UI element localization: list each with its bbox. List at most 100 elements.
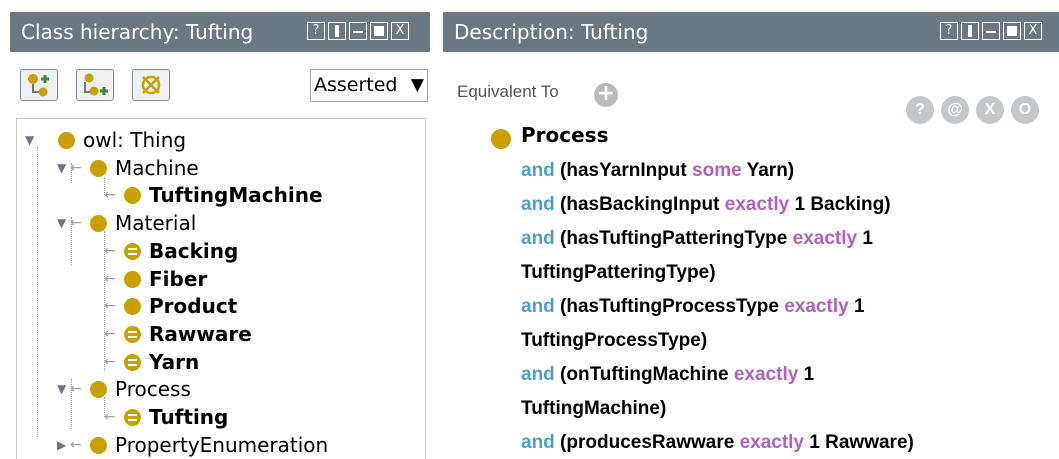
axiom-line: and (onTuftingMachine exactly 1 [521,364,814,386]
minimize-icon[interactable] [982,22,1000,40]
chevron-down-icon: ▼ [410,75,424,95]
equivalent-to-label: Equivalent To [457,82,559,101]
edit-axiom-button[interactable]: O [1011,96,1039,124]
tree-node-label: PropertyEnumeration [115,432,329,457]
add-sibling-button[interactable] [76,69,114,101]
axiom-line: and (hasTuftingPatteringType exactly 1 [521,228,873,250]
class-icon [124,270,141,288]
class-icon [491,129,511,149]
axiom-term: (hasTuftingProcessType [554,296,785,317]
tree-node-label: Tufting [149,405,229,429]
collapse-icon[interactable]: ▼ [25,127,37,153]
tree-node-label: owl: Thing [83,128,187,152]
keyword-quantifier: some [692,160,742,181]
axiom-term: (hasBackingInput [554,194,725,215]
axiom-term: (hasTuftingPatteringType [554,228,793,249]
restore-icon[interactable] [961,22,979,40]
class-hierarchy-titlebar: Class hierarchy: Tufting ? X [10,12,430,52]
subclass-arrow-icon: ← [70,436,82,453]
axiom-line: and (producesRawware exactly 1 Rawware) [521,432,914,454]
defined-class-icon [124,242,141,260]
class-tree: ▼ owl: Thing ▼ ← Machine ← TuftingMachine ▼ ← Mat… [16,118,426,459]
add-subclass-button[interactable] [20,69,58,101]
subclass-arrow-icon: ← [104,270,116,287]
subclass-arrow-icon: ← [70,381,82,398]
collapse-icon[interactable]: ▼ [57,155,69,181]
tree-node-label: Rawware [149,321,252,346]
restore-icon[interactable] [328,22,346,40]
class-icon [90,436,107,454]
maximize-icon[interactable] [1003,22,1021,40]
axiom-term: Yarn) [741,160,795,181]
maximize-icon[interactable] [370,22,388,40]
subclass-arrow-icon: ← [104,353,116,370]
description-titlebar: Description: Tufting ? X [443,12,1059,52]
delete-class-button[interactable] [132,69,170,101]
tree-guide-line [37,147,38,437]
tree-node-label: Machine [115,155,199,180]
help-icon[interactable]: ? [307,22,325,40]
defined-class-icon [124,409,141,426]
explain-button[interactable]: ? [906,96,934,124]
collapse-icon[interactable]: ▼ [57,376,69,402]
axiom-term: TuftingMachine) [521,398,667,419]
class-icon [58,132,75,149]
tree-node-label: Process [115,377,191,402]
close-icon[interactable]: X [1024,22,1042,40]
help-icon[interactable]: ? [940,22,958,40]
keyword-and: and [521,364,555,385]
window-buttons: ? X [940,22,1042,42]
axiom-term: 1 Backing) [789,194,891,215]
close-icon[interactable]: X [391,22,409,40]
axiom-term: (producesRawware [554,432,740,453]
panel-title: Description: Tufting [454,20,649,44]
axiom-term: 1 [798,364,815,385]
subclass-arrow-icon: ← [104,409,116,425]
tree-node-label: Backing [149,238,239,263]
axiom-line: and (hasTuftingProcessType exactly 1 [521,296,865,318]
tree-node-label: Fiber [149,266,208,291]
subclass-arrow-icon: ← [104,242,116,259]
collapse-icon[interactable]: ▼ [57,210,69,236]
delete-axiom-button[interactable]: X [976,96,1004,124]
axiom-line: TuftingMachine) [521,398,666,420]
axiom-class-name: Process [521,123,609,147]
defined-class-icon [124,325,141,343]
class-hierarchy-toolbar: Asserted ▼ [10,52,430,112]
axiom-line: TuftingProcessType) [521,330,707,352]
class-icon [124,298,141,316]
subclass-arrow-icon: ← [104,325,116,342]
keyword-and: and [521,160,555,181]
axiom-term: TuftingProcessType) [521,330,708,351]
view-mode-select[interactable]: Asserted ▼ [310,69,428,102]
axiom-line: and (hasBackingInput exactly 1 Backing) [521,194,891,216]
description-panel: Description: Tufting ? X Equivalent To +… [443,12,1059,459]
subclass-arrow-icon: ← [70,159,82,176]
annotate-button[interactable]: @ [941,96,969,124]
class-hierarchy-panel: Class hierarchy: Tufting ? X Asserted ▼ … [10,12,430,459]
add-subclass-icon [28,74,49,97]
view-mode-value: Asserted [314,74,398,96]
axiom-term: 1 [857,228,873,249]
axiom-term: 1 [848,296,865,317]
class-icon [90,381,107,399]
keyword-and: and [521,432,555,453]
tree-node-label: Material [115,211,197,236]
expand-icon[interactable]: ▶ [57,432,69,458]
axiom-term: (onTuftingMachine [554,364,734,385]
minimize-icon[interactable] [349,22,367,40]
keyword-quantifier: exactly [724,194,790,215]
add-equivalent-button[interactable]: + [594,83,618,107]
add-sibling-icon [84,73,108,96]
class-icon [90,215,107,233]
axiom-term: (hasYarnInput [554,160,693,181]
subclass-arrow-icon: ← [70,215,82,232]
delete-class-icon [141,75,161,95]
axiom-term: 1 Rawware) [804,432,914,453]
tree-node-label: Yarn [149,349,200,374]
keyword-and: and [521,228,555,249]
keyword-quantifier: exactly [739,432,805,453]
defined-class-icon [124,353,141,371]
keyword-and: and [521,296,555,317]
window-buttons: ? X [307,22,409,42]
